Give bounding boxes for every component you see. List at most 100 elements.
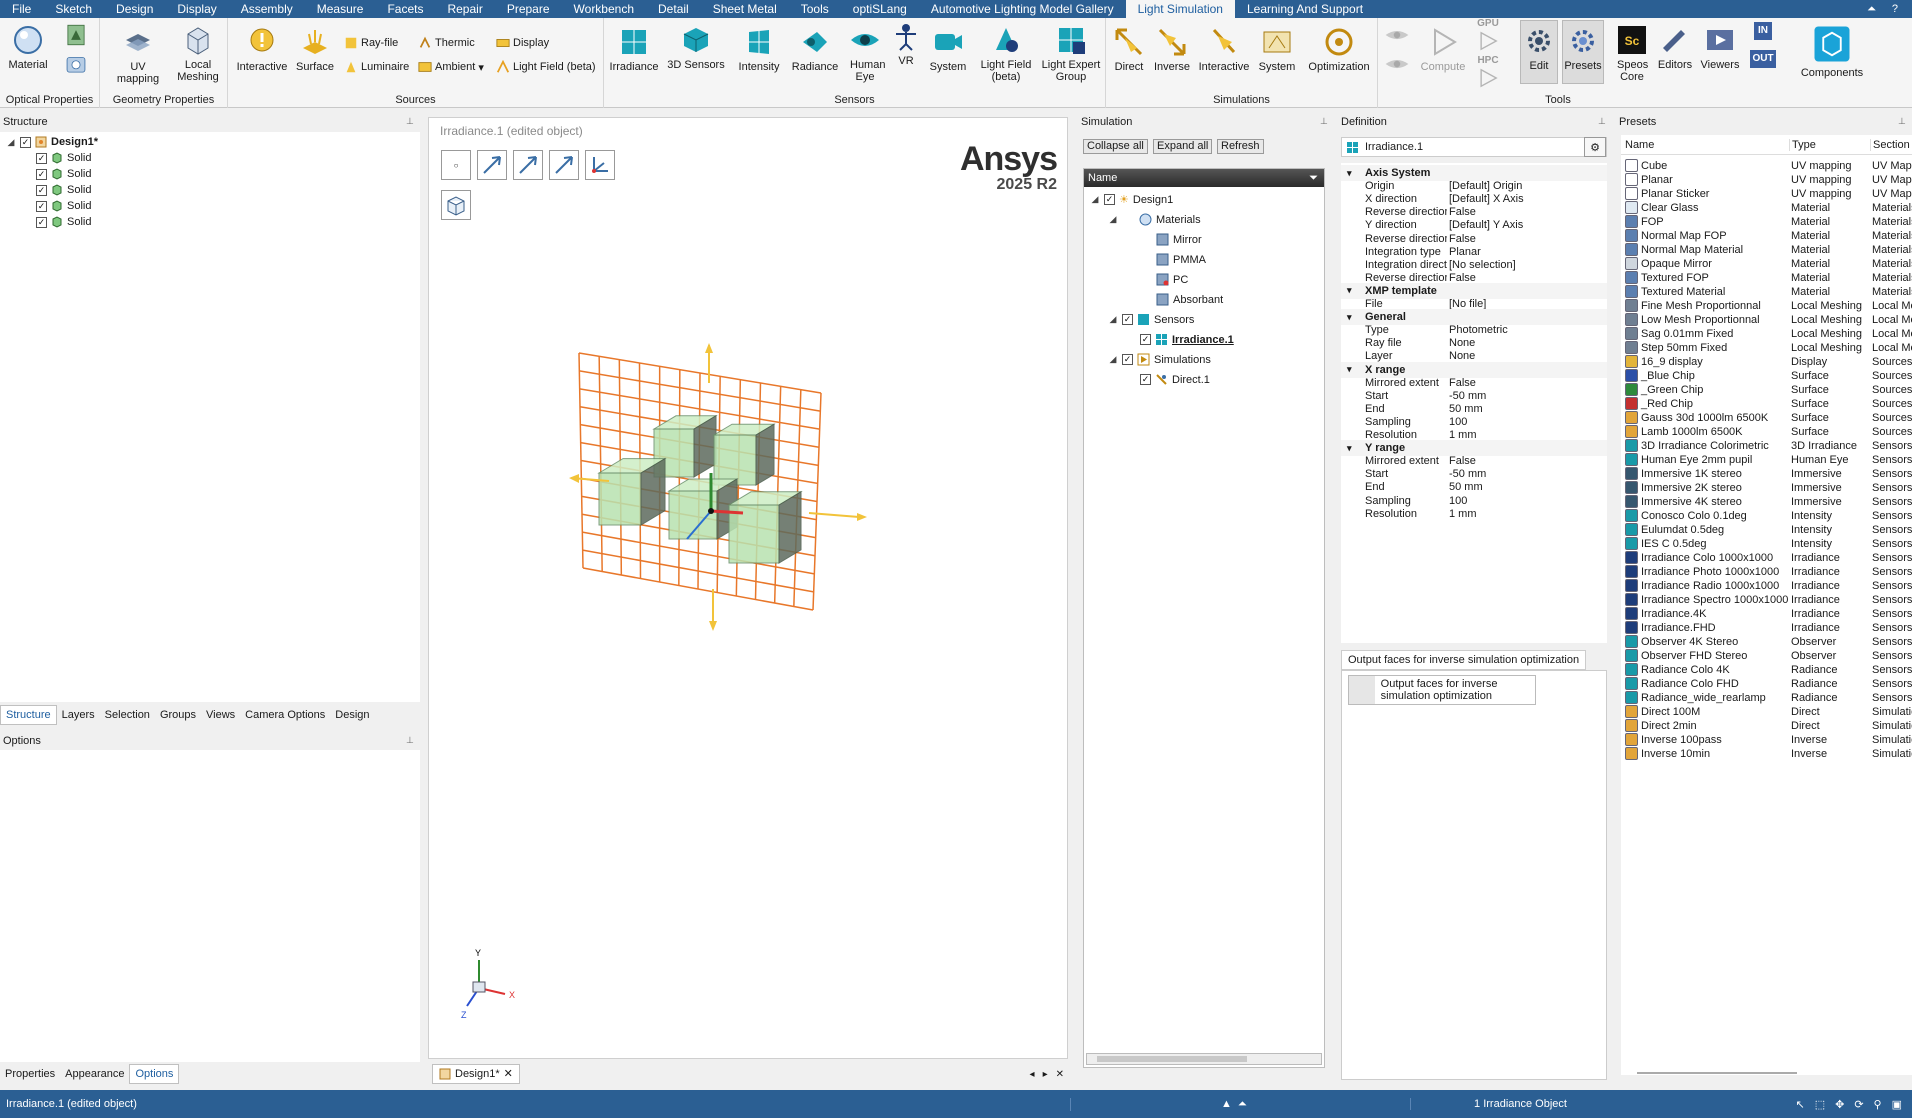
tab-options[interactable]: Options xyxy=(129,1064,180,1084)
tree-row-solid[interactable]: ✓ Solid xyxy=(36,216,91,228)
ray-file-button[interactable]: Ray-file xyxy=(344,36,398,50)
inverse-simulation-button[interactable]: Inverse xyxy=(1150,26,1194,73)
presets-scrollbar[interactable] xyxy=(1637,1072,1797,1074)
collapse-all-button[interactable]: Collapse all xyxy=(1083,139,1148,154)
light-field-sensor-button[interactable]: Light Field (beta) xyxy=(974,24,1038,83)
in-icon[interactable]: IN xyxy=(1754,22,1772,40)
tree-row-solid[interactable]: ✓ Solid xyxy=(36,184,91,196)
interactive-simulation-button[interactable]: Interactive xyxy=(1196,26,1252,73)
tab-structure[interactable]: Structure xyxy=(0,705,57,725)
scrollbar-thumb[interactable] xyxy=(1097,1056,1247,1062)
menu-tab-assembly[interactable]: Assembly xyxy=(229,0,305,18)
tab-selection[interactable]: Selection xyxy=(100,706,155,724)
solid-block[interactable] xyxy=(667,478,739,540)
visibility-checkbox[interactable]: ✓ xyxy=(36,168,47,180)
tree-row-solid[interactable]: ✓ Solid xyxy=(36,152,91,164)
arrow-head[interactable] xyxy=(569,474,579,483)
menu-tab-learning-and-support[interactable]: Learning And Support xyxy=(1235,0,1375,18)
collapse-arrow-icon[interactable]: ◢ xyxy=(6,137,16,148)
display-source-button[interactable]: Display xyxy=(496,36,549,50)
preview-button[interactable] xyxy=(1382,22,1412,80)
light-field-source-button[interactable]: Light Field (beta) xyxy=(496,60,596,74)
irradiance-button[interactable]: Irradiance xyxy=(608,26,660,73)
chevron-down-icon[interactable]: ▾ xyxy=(478,61,484,74)
prev-tab-icon[interactable]: ◂ xyxy=(1030,1069,1035,1080)
output-faces-row[interactable]: Output faces for inverse simulation opti… xyxy=(1348,675,1536,705)
tree-materials[interactable]: ◢ Materials xyxy=(1108,213,1201,226)
tab-appearance[interactable]: Appearance xyxy=(60,1065,129,1083)
edit-button[interactable]: Edit xyxy=(1520,20,1558,84)
local-meshing-button[interactable]: Local Meshing xyxy=(174,24,222,83)
viewers-button[interactable]: Viewers xyxy=(1698,24,1742,71)
definition-object-field[interactable]: Irradiance.1 xyxy=(1341,137,1607,157)
compute-button[interactable]: Compute xyxy=(1416,26,1470,73)
collapse-arrow-icon[interactable]: ▾ xyxy=(1347,168,1352,179)
menu-tab-automotive-lighting-model-gallery[interactable]: Automotive Lighting Model Gallery xyxy=(919,0,1126,18)
pin-icon[interactable]: ⊥ xyxy=(1320,116,1328,127)
x-axis-handle[interactable] xyxy=(710,509,744,515)
presets-button[interactable]: Presets xyxy=(1562,20,1604,84)
tab-layers[interactable]: Layers xyxy=(57,706,100,724)
point-tool-button[interactable]: ○ xyxy=(441,150,471,180)
visibility-checkbox[interactable]: ✓ xyxy=(36,184,47,196)
property-row[interactable]: Resolution 1 mm xyxy=(1341,506,1607,522)
menu-tab-sheet-metal[interactable]: Sheet Metal xyxy=(701,0,789,18)
chevron-up-icon[interactable]: ⏶ xyxy=(1238,1098,1247,1111)
menu-tab-design[interactable]: Design xyxy=(104,0,165,18)
help-icon[interactable]: ? xyxy=(1892,0,1898,18)
filter-icon[interactable]: ⏷ xyxy=(1309,169,1318,187)
tree-absorbant[interactable]: Absorbant xyxy=(1156,293,1223,306)
tab-properties[interactable]: Properties xyxy=(0,1065,60,1083)
system-simulation-button[interactable]: System xyxy=(1254,26,1300,73)
arrow-head[interactable] xyxy=(709,621,717,631)
tree-mirror[interactable]: Mirror xyxy=(1156,233,1202,246)
rotate-icon[interactable]: ⟳ xyxy=(1854,1098,1863,1111)
output-faces-tab[interactable]: Output faces for inverse simulation opti… xyxy=(1341,650,1587,670)
axis-system-button[interactable] xyxy=(585,150,615,180)
checkbox[interactable]: ✓ xyxy=(1140,334,1151,345)
collapse-arrow-icon[interactable]: ◢ xyxy=(1108,214,1118,225)
tree-pc[interactable]: PC xyxy=(1156,273,1188,286)
checkbox[interactable]: ✓ xyxy=(1140,374,1151,385)
vr-button[interactable]: VR xyxy=(890,20,922,67)
checkbox[interactable]: ✓ xyxy=(1104,194,1115,205)
box-select-icon[interactable]: ⬚ xyxy=(1815,1098,1825,1111)
tab-views[interactable]: Views xyxy=(201,706,240,724)
view-icon[interactable]: ▣ xyxy=(1892,1098,1902,1111)
pin-icon[interactable]: ⊥ xyxy=(1598,116,1606,127)
surface-source-button[interactable]: Surface xyxy=(292,26,338,73)
y-axis-button[interactable] xyxy=(513,150,543,180)
speos-core-button[interactable]: Sc Speos Core xyxy=(1612,24,1652,83)
checkbox[interactable]: ✓ xyxy=(1122,314,1133,325)
material-button[interactable]: Material xyxy=(6,24,50,71)
pin-icon[interactable]: ⊥ xyxy=(1898,116,1906,127)
menu-tab-workbench[interactable]: Workbench xyxy=(562,0,646,18)
triangle-up-icon[interactable]: ▲ xyxy=(1221,1098,1232,1110)
preset-row[interactable]: Inverse 10minInverseSimulatic xyxy=(1621,745,1912,762)
tree-design1[interactable]: ◢ ✓ ☀ Design1 xyxy=(1090,193,1174,207)
thermic-button[interactable]: Thermic xyxy=(418,36,475,50)
ambient-button[interactable]: Ambient ▾ xyxy=(418,60,484,74)
luminaire-button[interactable]: Luminaire xyxy=(344,60,409,74)
visibility-checkbox[interactable]: ✓ xyxy=(36,152,47,164)
optimization-button[interactable]: Optimization xyxy=(1304,26,1374,73)
tree-pmma[interactable]: PMMA xyxy=(1156,253,1206,266)
direct-simulation-button[interactable]: Direct xyxy=(1108,26,1150,73)
tab-camera-options[interactable]: Camera Options xyxy=(240,706,330,724)
view-cube-button[interactable] xyxy=(441,190,471,220)
menu-tab-file[interactable]: File xyxy=(0,0,43,18)
system-sensor-button[interactable]: System xyxy=(926,26,970,73)
human-eye-button[interactable]: Human Eye xyxy=(844,24,886,83)
tree-row-design[interactable]: ◢ ✓ Design1* xyxy=(6,136,99,148)
close-tab-icon[interactable]: ✕ xyxy=(504,1065,513,1083)
import-export-button[interactable]: IN OUT xyxy=(1748,22,1778,68)
next-tab-icon[interactable]: ▸ xyxy=(1043,1069,1048,1080)
out-icon[interactable]: OUT xyxy=(1750,50,1776,68)
horizontal-scrollbar[interactable] xyxy=(1086,1053,1322,1065)
visibility-checkbox[interactable]: ✓ xyxy=(36,216,47,228)
gpu-compute-button[interactable]: GPU HPC xyxy=(1474,18,1502,92)
pin-icon[interactable]: ⊥ xyxy=(406,735,414,746)
menu-tab-prepare[interactable]: Prepare xyxy=(495,0,562,18)
menu-tab-light-simulation[interactable]: Light Simulation xyxy=(1125,0,1235,18)
interactive-source-button[interactable]: Interactive xyxy=(234,26,290,73)
